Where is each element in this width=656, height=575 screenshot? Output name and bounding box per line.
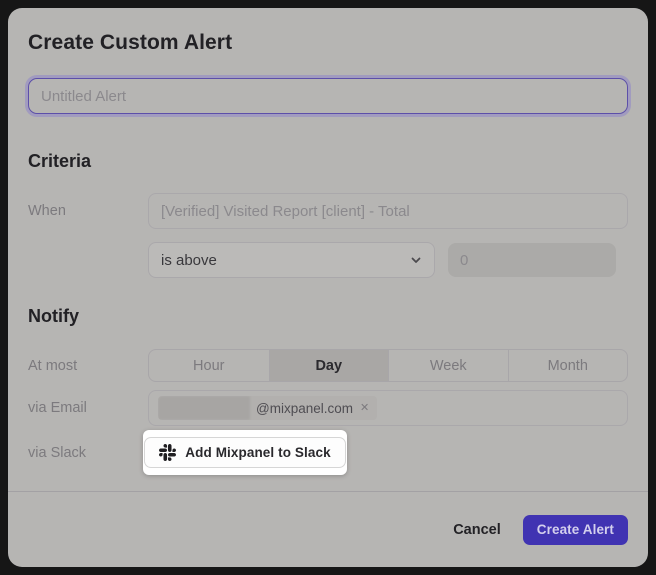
condition-selected-value: is above bbox=[161, 252, 217, 269]
via-slack-label: via Slack bbox=[28, 445, 148, 461]
slack-button-label: Add Mixpanel to Slack bbox=[185, 445, 330, 460]
email-username-redacted bbox=[158, 396, 250, 420]
frequency-segmented-control: Hour Day Week Month bbox=[148, 349, 628, 382]
frequency-option-day[interactable]: Day bbox=[269, 350, 389, 381]
add-mixpanel-to-slack-button[interactable]: Add Mixpanel to Slack bbox=[144, 437, 345, 468]
condition-select[interactable]: is above bbox=[148, 242, 435, 278]
email-chip-domain: @mixpanel.com bbox=[256, 401, 353, 416]
via-email-label: via Email bbox=[28, 400, 148, 416]
slack-icon bbox=[159, 444, 176, 461]
when-event-input[interactable] bbox=[148, 193, 628, 229]
create-custom-alert-modal: Create Custom Alert Criteria When is abo… bbox=[8, 8, 648, 567]
at-most-row: At most Hour Day Week Month bbox=[28, 349, 628, 382]
slack-button-spotlight: Add Mixpanel to Slack bbox=[143, 430, 347, 475]
when-label: When bbox=[28, 203, 148, 219]
when-row: When bbox=[28, 193, 628, 229]
modal-title: Create Custom Alert bbox=[28, 32, 628, 54]
via-email-row: via Email @mixpanel.com ✕ bbox=[28, 390, 628, 426]
create-alert-button[interactable]: Create Alert bbox=[523, 515, 628, 545]
email-chip: @mixpanel.com ✕ bbox=[158, 396, 377, 420]
cancel-button[interactable]: Cancel bbox=[453, 522, 501, 538]
notify-heading: Notify bbox=[28, 305, 628, 327]
frequency-option-week[interactable]: Week bbox=[388, 350, 508, 381]
at-most-label: At most bbox=[28, 358, 148, 374]
modal-footer: Cancel Create Alert bbox=[8, 491, 648, 567]
chevron-down-icon bbox=[410, 254, 422, 266]
email-recipients-field[interactable]: @mixpanel.com ✕ bbox=[148, 390, 628, 426]
condition-row: is above bbox=[28, 242, 628, 278]
via-slack-row: via Slack Add Mixpanel to Slack bbox=[28, 430, 628, 475]
frequency-option-hour[interactable]: Hour bbox=[149, 350, 269, 381]
alert-name-input[interactable] bbox=[28, 78, 628, 114]
frequency-option-month[interactable]: Month bbox=[508, 350, 628, 381]
criteria-heading: Criteria bbox=[28, 150, 628, 172]
threshold-input[interactable] bbox=[448, 243, 616, 277]
chip-remove-icon[interactable]: ✕ bbox=[360, 403, 369, 414]
